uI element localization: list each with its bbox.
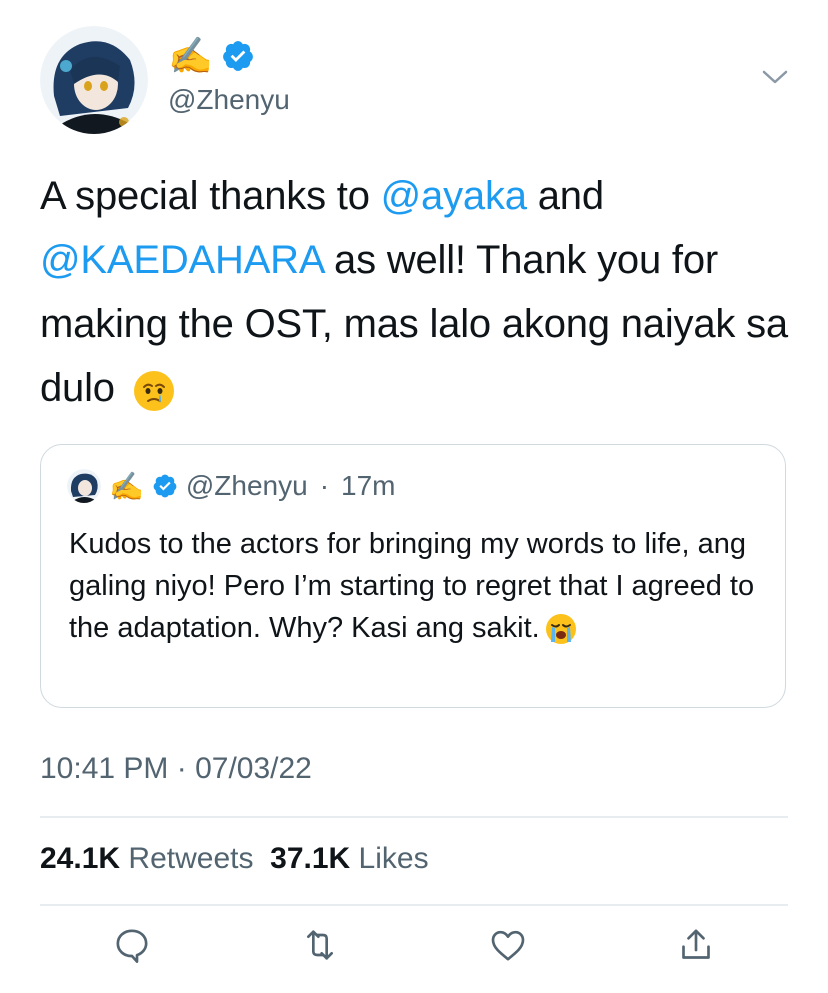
likes-stat[interactable]: 37.1K Likes — [270, 842, 428, 875]
quoted-time: 17m — [341, 470, 396, 501]
quoted-tweet-text-block: Kudos to the actors for bringing my word… — [69, 523, 769, 649]
quoted-handle: @Zhenyu — [185, 470, 308, 501]
retweets-stat[interactable]: 24.1K Retweets — [40, 842, 253, 875]
verified-badge-icon — [221, 39, 255, 73]
mention-link-ayaka[interactable]: @ayaka — [381, 174, 527, 218]
quoted-avatar — [67, 469, 101, 503]
like-icon — [488, 925, 528, 970]
share-button[interactable] — [674, 925, 718, 969]
share-icon — [676, 925, 716, 970]
loudly-crying-face-icon — [544, 612, 578, 646]
author-display-name-row[interactable]: ✍️ — [168, 36, 255, 76]
tweet-text: A special thanks to @ayaka and @KAEDAHAR… — [40, 164, 800, 420]
author-display-name: ✍️ — [168, 35, 213, 76]
avatar[interactable] — [40, 26, 148, 134]
retweet-button[interactable] — [298, 925, 342, 969]
chevron-down-icon[interactable] — [760, 66, 790, 88]
reply-icon — [112, 925, 152, 970]
engagement-stats: 24.1K Retweets 37.1K Likes — [40, 842, 429, 876]
author-handle[interactable]: @Zhenyu — [168, 84, 290, 116]
likes-count: 37.1K — [270, 842, 351, 875]
verified-badge-icon — [152, 473, 178, 499]
retweet-icon — [300, 925, 340, 970]
divider — [40, 904, 788, 906]
tweet-text-part: and — [526, 174, 604, 218]
retweets-count: 24.1K — [40, 842, 121, 875]
reply-button[interactable] — [110, 925, 154, 969]
retweets-label: Retweets — [128, 842, 254, 875]
quoted-separator: · — [319, 470, 330, 501]
face-holding-back-tears-icon — [132, 368, 176, 412]
quoted-tweet-header: ✍️ @Zhenyu · 17m — [67, 469, 396, 503]
divider — [40, 816, 788, 818]
tweet-timestamp[interactable]: 10:41 PM · 07/03/22 — [40, 752, 312, 786]
like-button[interactable] — [486, 925, 530, 969]
tweet-text-part: A special thanks to — [40, 174, 381, 218]
mention-link-kaedahara[interactable]: @KAEDAHARA — [40, 238, 323, 282]
quoted-tweet-card[interactable]: ✍️ @Zhenyu · 17m Kudos to the actors for b… — [40, 444, 786, 708]
tweet-detail-view: ✍️ @Zhenyu A special thanks to @ayaka an… — [0, 0, 828, 993]
quoted-display-name: ✍️ — [109, 470, 144, 502]
quoted-tweet-text: Kudos to the actors for bringing my word… — [69, 528, 755, 644]
likes-label: Likes — [358, 842, 429, 875]
